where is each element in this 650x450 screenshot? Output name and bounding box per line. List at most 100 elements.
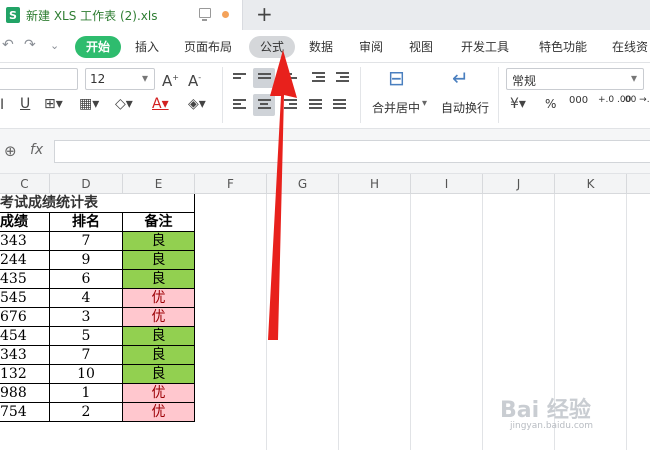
align-top-icon[interactable] (233, 73, 246, 81)
formula-bar: ⊕ fx (0, 129, 650, 174)
rank-cell[interactable]: 5 (50, 327, 123, 346)
remark-cell[interactable]: 良 (123, 251, 195, 270)
decrease-decimal-button[interactable]: .00 →.0 (622, 95, 650, 105)
eraser-icon[interactable]: ◈▾ (188, 96, 206, 112)
rank-cell[interactable]: 7 (50, 232, 123, 251)
increase-indent-icon[interactable] (336, 72, 349, 84)
align-bottom-icon[interactable] (284, 73, 297, 81)
remark-cell[interactable]: 优 (123, 403, 195, 422)
menu-special-features[interactable]: 特色功能 (539, 36, 587, 58)
font-size-value: 12 (90, 72, 106, 86)
remark-cell[interactable]: 良 (123, 365, 195, 384)
column-header-i[interactable]: I (411, 174, 483, 194)
increase-font-icon[interactable]: A+ (162, 70, 179, 89)
remark-cell[interactable]: 优 (123, 384, 195, 403)
merge-center-icon[interactable]: ⊟ (388, 68, 405, 88)
underline-icon[interactable]: U (20, 96, 30, 112)
column-header-c[interactable]: C (0, 174, 50, 194)
justify-icon[interactable] (309, 99, 322, 111)
column-header-j[interactable]: J (483, 174, 555, 194)
remark-cell[interactable]: 良 (123, 270, 195, 289)
watermark-logo: Bai 经验 (500, 398, 591, 423)
merge-center-label[interactable]: 合并居中 (372, 99, 420, 116)
column-header-f[interactable]: F (195, 174, 267, 194)
chevron-down-icon[interactable]: ▾ (422, 98, 427, 109)
menu-start[interactable]: 开始 (75, 36, 122, 58)
redo-icon[interactable]: ↷ (24, 37, 36, 53)
rank-cell[interactable]: 4 (50, 289, 123, 308)
rank-cell[interactable]: 1 (50, 384, 123, 403)
border-icon[interactable]: ⊞▾ (44, 96, 63, 112)
rank-cell[interactable]: 7 (50, 346, 123, 365)
remark-cell[interactable]: 良 (123, 232, 195, 251)
spreadsheet-app-icon: S (6, 7, 20, 23)
header-cell-remark[interactable]: 备注 (123, 213, 195, 232)
wrap-text-icon[interactable]: ↵ (452, 68, 469, 88)
remark-cell[interactable]: 良 (123, 327, 195, 346)
percent-button[interactable]: % (545, 97, 556, 111)
menu-data[interactable]: 数据 (309, 36, 333, 58)
column-header-e[interactable]: E (123, 174, 195, 194)
decrease-indent-icon[interactable] (312, 72, 325, 84)
header-cell-rank[interactable]: 排名 (50, 213, 123, 232)
score-cell[interactable]: 754 (0, 403, 50, 422)
monitor-icon[interactable] (199, 8, 211, 21)
align-right-icon[interactable] (284, 99, 297, 111)
column-header-k[interactable]: K (555, 174, 627, 194)
rank-cell[interactable]: 10 (50, 365, 123, 384)
menu-view[interactable]: 视图 (409, 36, 433, 58)
rank-cell[interactable]: 6 (50, 270, 123, 289)
score-cell[interactable]: 132 (0, 365, 50, 384)
rank-cell[interactable]: 2 (50, 403, 123, 422)
undo-icon[interactable]: ↶ (2, 37, 14, 53)
score-cell[interactable]: 435 (0, 270, 50, 289)
column-header-g[interactable]: G (267, 174, 339, 194)
new-tab-button[interactable]: + (256, 2, 273, 26)
decrease-font-icon[interactable]: A- (188, 70, 201, 89)
column-header-d[interactable]: D (50, 174, 123, 194)
score-cell[interactable]: 343 (0, 346, 50, 365)
score-cell[interactable]: 244 (0, 251, 50, 270)
thousands-button[interactable]: 000 (569, 95, 588, 106)
score-cell[interactable]: 676 (0, 308, 50, 327)
table-title-cell[interactable]: 考试成绩统计表 (0, 194, 195, 213)
remark-cell[interactable]: 优 (123, 308, 195, 327)
menu-online-resources[interactable]: 在线资 (612, 36, 648, 58)
rank-cell[interactable]: 3 (50, 308, 123, 327)
score-cell[interactable]: 988 (0, 384, 50, 403)
rank-cell[interactable]: 9 (50, 251, 123, 270)
font-name-select[interactable] (0, 68, 78, 90)
font-color-icon[interactable]: A▾ (152, 96, 169, 112)
font-size-select[interactable]: 12 ▾ (85, 68, 155, 90)
fill-color-icon[interactable]: ◇▾ (115, 96, 133, 112)
formula-input[interactable] (54, 140, 650, 163)
score-cell[interactable]: 454 (0, 327, 50, 346)
distributed-align-icon[interactable] (333, 99, 346, 111)
italic-icon[interactable]: I (0, 97, 4, 113)
column-header-h[interactable]: H (339, 174, 411, 194)
score-cell[interactable]: 545 (0, 289, 50, 308)
menu-formula[interactable]: 公式 (249, 36, 296, 58)
menu-bar: ↶ ↷ ⌄ 开始 插入 页面布局 公式 数据 审阅 视图 开发工具 特色功能 在… (0, 30, 650, 63)
menu-page-layout[interactable]: 页面布局 (184, 36, 232, 58)
align-middle-icon[interactable] (258, 73, 271, 81)
remark-cell[interactable]: 优 (123, 289, 195, 308)
menu-review[interactable]: 审阅 (359, 36, 383, 58)
align-center-icon[interactable] (258, 99, 271, 111)
score-cell[interactable]: 343 (0, 232, 50, 251)
zoom-search-icon[interactable]: ⊕ (4, 143, 17, 159)
currency-icon[interactable]: ¥▾ (510, 96, 526, 112)
align-left-icon[interactable] (233, 99, 246, 111)
menu-insert[interactable]: 插入 (135, 36, 159, 58)
remark-cell[interactable]: 良 (123, 346, 195, 365)
header-cell-score[interactable]: 成绩 (0, 213, 50, 232)
number-format-select[interactable]: 常规 ▾ (506, 68, 644, 90)
fill-style-icon[interactable]: ▦▾ (79, 96, 99, 112)
document-tab[interactable]: S 新建 XLS 工作表 (2).xls (0, 0, 243, 30)
menu-developer-tools[interactable]: 开发工具 (461, 36, 509, 58)
fx-icon[interactable]: fx (30, 142, 43, 158)
title-bar: S 新建 XLS 工作表 (2).xls + (0, 0, 650, 30)
unsaved-dot-icon[interactable] (222, 11, 229, 18)
quick-access-dropdown-icon[interactable]: ⌄ (50, 39, 59, 52)
wrap-text-label[interactable]: 自动换行 (441, 99, 489, 116)
